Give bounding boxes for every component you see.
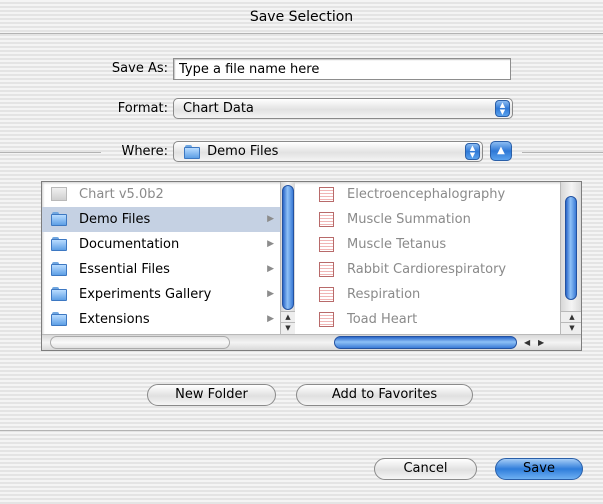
folder-list-item[interactable]: Demo Files ▶ [42, 207, 280, 232]
folder-list-item-label: Chart v5.0b2 [79, 187, 164, 202]
folder-icon [51, 212, 67, 226]
app-icon [51, 187, 67, 201]
browser-column-left: Chart v5.0b2 Demo Files ▶ Documentation ▶ Ess… [42, 182, 280, 334]
scroll-down-arrow-icon[interactable]: ▼ [281, 322, 295, 334]
chart-document-icon [319, 287, 334, 302]
add-to-favorites-button[interactable]: Add to Favorites [296, 384, 473, 406]
file-list-item-label: Muscle Tetanus [347, 237, 447, 252]
folder-list-item-label: Extensions [79, 312, 150, 327]
file-list-item[interactable]: Respiration [310, 282, 545, 307]
right-column-vertical-scrollbar[interactable]: ▲ ▼ [560, 182, 581, 334]
folder-list-item[interactable]: Experiments Gallery ▶ [42, 282, 280, 307]
cancel-button[interactable]: Cancel [374, 458, 477, 480]
save-button[interactable]: Save [495, 458, 583, 480]
format-popup[interactable]: Chart Data ▲ ▼ [173, 98, 513, 119]
save-as-field[interactable] [173, 58, 511, 80]
chart-document-icon [319, 187, 334, 202]
collapse-browser-button[interactable]: ▲ [490, 141, 512, 161]
file-list-item-label: Toad Heart [347, 312, 418, 327]
format-label: Format: [117, 101, 168, 116]
folder-list-item-label: Demo Files [79, 212, 151, 227]
file-list-item-label: Respiration [347, 287, 421, 302]
folder-list-item[interactable]: Extensions ▶ [42, 307, 280, 332]
horizontal-scrollbar[interactable]: ◀ ▶ [42, 334, 581, 350]
where-popup-value: Demo Files [207, 144, 279, 159]
folder-icon [51, 287, 67, 301]
horizontal-scroll-track-segment [50, 336, 230, 349]
save-as-label: Save As: [111, 61, 168, 76]
disclosure-arrow-icon: ▶ [267, 264, 274, 274]
folder-icon [51, 262, 67, 276]
where-popup[interactable]: Demo Files ▲ ▼ [173, 141, 483, 162]
folder-icon [51, 312, 67, 326]
scroll-down-arrow-icon[interactable]: ▼ [561, 322, 581, 334]
popup-arrows-icon: ▲ ▼ [465, 143, 480, 160]
file-list-item[interactable]: Toad Heart [310, 307, 545, 332]
browser-column-right: Electroencephalography Muscle Summation Mu… [310, 182, 545, 334]
disclosure-arrow-icon: ▶ [267, 314, 274, 324]
folder-list-item[interactable]: Chart v5.0b2 [42, 182, 280, 207]
new-folder-button[interactable]: New Folder [147, 384, 276, 406]
file-list-item[interactable]: Electroencephalography [310, 182, 545, 207]
chart-document-icon [319, 237, 334, 252]
horizontal-scroll-thumb[interactable] [334, 336, 517, 349]
chart-document-icon [319, 262, 334, 277]
chart-document-icon [319, 212, 334, 227]
folder-list-item[interactable]: Essential Files ▶ [42, 257, 280, 282]
disclosure-arrow-icon: ▶ [267, 239, 274, 249]
folder-list-item-label: Experiments Gallery [79, 287, 212, 302]
dialog-title: Save Selection [249, 9, 354, 25]
folder-list-item-label: Essential Files [79, 262, 170, 277]
file-list-item[interactable]: Rabbit Cardiorespiratory [310, 257, 545, 282]
file-list-item[interactable]: Muscle Tetanus [310, 232, 545, 257]
chart-document-icon [319, 312, 334, 327]
file-list-item-label: Muscle Summation [347, 212, 471, 227]
folder-icon [51, 237, 67, 251]
where-label: Where: [121, 144, 168, 159]
file-browser[interactable]: Chart v5.0b2 Demo Files ▶ Documentation ▶ Ess… [41, 181, 582, 351]
folder-icon [184, 144, 200, 159]
title-divider [0, 33, 603, 34]
disclosure-arrow-icon: ▶ [267, 214, 274, 224]
left-column-scroll-thumb[interactable] [282, 185, 294, 310]
right-column-scroll-thumb[interactable] [565, 196, 577, 300]
format-popup-value: Chart Data [183, 101, 254, 116]
disclosure-arrow-icon: ▶ [267, 289, 274, 299]
file-list-item[interactable]: Muscle Summation [310, 207, 545, 232]
folder-list-item-label: Documentation [79, 237, 180, 252]
where-divider-right [522, 152, 603, 153]
file-list-item-label: Electroencephalography [347, 187, 506, 202]
scroll-right-arrow-icon[interactable]: ▶ [538, 336, 544, 349]
left-column-vertical-scrollbar[interactable]: ▲ ▼ [280, 182, 295, 334]
popup-arrows-icon: ▲ ▼ [495, 100, 510, 117]
button-divider [0, 430, 603, 431]
scroll-left-arrow-icon[interactable]: ◀ [524, 336, 530, 349]
folder-list-item[interactable]: Documentation ▶ [42, 232, 280, 257]
file-list-item-label: Rabbit Cardiorespiratory [347, 262, 507, 277]
